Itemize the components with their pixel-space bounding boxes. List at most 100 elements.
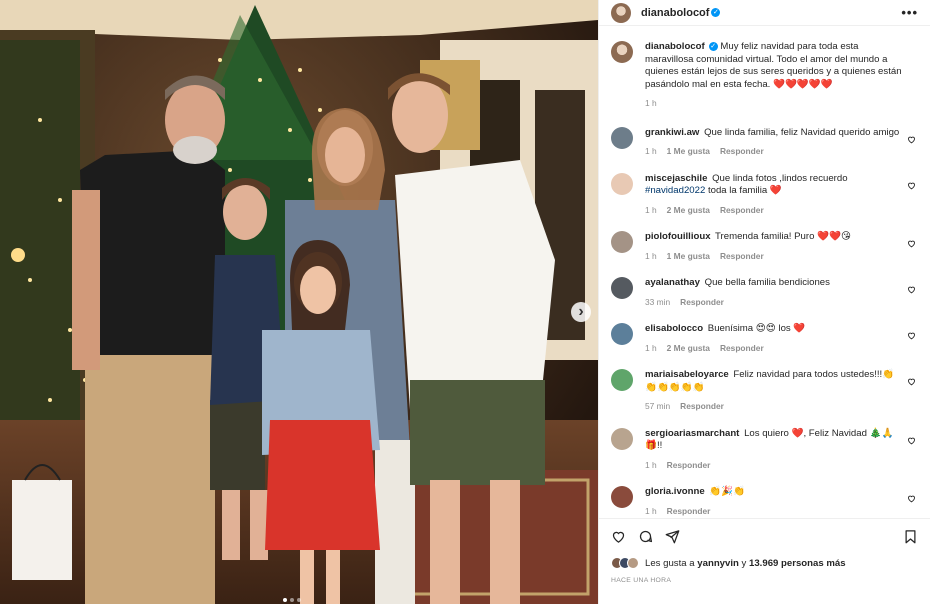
comment-item: gloria.ivonne 👏🎉👏 1 h Responder — [611, 486, 916, 517]
comment-text: Que bella familia bendiciones — [704, 277, 830, 288]
commenter-avatar[interactable] — [611, 369, 633, 391]
commenter-avatar[interactable] — [611, 172, 633, 195]
comment-meta: 1 h Responder — [645, 459, 902, 472]
likes-middle: y — [741, 557, 747, 569]
carousel-dots — [283, 598, 301, 602]
liker-avatars — [611, 557, 639, 569]
comment-meta: 57 min Responder — [645, 400, 902, 413]
comment-time: 1 h — [645, 250, 657, 261]
comment-body: gloria.ivonne 👏🎉👏 1 h Responder — [645, 486, 916, 517]
commenter-username[interactable]: ayalanathay — [645, 277, 700, 288]
commenter-avatar[interactable] — [611, 323, 633, 345]
comment-like-heart-icon[interactable] — [907, 436, 916, 445]
comment-time: 33 min — [645, 296, 671, 307]
comment-item: miscejaschile Que linda fotos ,lindos re… — [611, 172, 916, 217]
comment-meta: 33 min Responder — [645, 296, 902, 309]
comment-hashtag-link[interactable]: #navidad2022 — [645, 185, 705, 196]
share-send-icon[interactable] — [665, 529, 680, 544]
reply-button[interactable]: Responder — [720, 250, 764, 263]
comment-item: ayalanathay Que bella familia bendicione… — [611, 277, 916, 308]
likes-summary[interactable]: Les gusta a yannyvin y 13.969 personas m… — [611, 556, 846, 570]
comment-item: mariaisabeloyarce Feliz navidad para tod… — [611, 369, 916, 413]
comment-body: elisabolocco Buenísima 😍😍 los ❤️ 1 h 2 Me … — [645, 323, 916, 354]
chevron-right-icon: › — [578, 303, 584, 320]
comment-bubble-icon[interactable] — [638, 529, 653, 544]
caption-username[interactable]: dianabolocof — [645, 41, 705, 52]
reply-button[interactable]: Responder — [720, 204, 764, 217]
author-username[interactable]: dianabolocof — [641, 7, 709, 19]
comment-like-heart-icon[interactable] — [907, 181, 916, 190]
commenter-username[interactable]: miscejaschile — [645, 173, 707, 184]
comment-meta: 1 h 1 Me gusta Responder — [645, 250, 902, 263]
reply-button[interactable]: Responder — [680, 400, 724, 413]
reply-button[interactable]: Responder — [667, 505, 711, 518]
commenter-username[interactable]: mariaisabeloyarce — [645, 369, 729, 380]
carousel-dot — [290, 598, 294, 602]
comment-body: mariaisabeloyarce Feliz navidad para tod… — [645, 369, 916, 413]
more-options-icon[interactable]: ••• — [901, 5, 918, 20]
post-actions-bar — [599, 518, 930, 546]
commenter-avatar[interactable] — [611, 427, 633, 450]
post-photo: › — [0, 0, 598, 604]
commenter-avatar[interactable] — [611, 277, 633, 299]
post-caption: dianabolocof ✓ Muy feliz navidad para tod… — [611, 41, 916, 110]
likes-prefix: Les gusta a — [645, 557, 695, 569]
likes-count[interactable]: 13.969 personas más — [749, 558, 846, 569]
carousel-dot — [297, 598, 301, 602]
verified-badge-icon: ✓ — [708, 42, 718, 51]
commenter-username[interactable]: elisabolocco — [645, 323, 703, 334]
comment-like-heart-icon[interactable] — [907, 331, 916, 340]
comment-likes-count[interactable]: 2 Me gusta — [667, 342, 710, 355]
author-avatar[interactable] — [611, 41, 633, 63]
commenter-username[interactable]: piolofouillioux — [645, 231, 711, 242]
commenter-username[interactable]: gloria.ivonne — [645, 486, 705, 497]
comment-like-heart-icon[interactable] — [907, 377, 916, 386]
comments-list[interactable]: dianabolocof ✓ Muy feliz navidad para tod… — [599, 26, 930, 518]
comment-body: grankiwi.aw Que linda familia, feliz Nav… — [645, 127, 916, 158]
comment-body: miscejaschile Que linda fotos ,lindos re… — [645, 173, 916, 217]
comment-time: 57 min — [645, 401, 671, 411]
comment-likes-count[interactable]: 1 Me gusta — [667, 250, 710, 263]
reply-button[interactable]: Responder — [720, 342, 764, 355]
comment-body: sergioariasmarchant Los quiero ❤️, Feliz… — [645, 428, 916, 472]
comment-meta: 1 h 2 Me gusta Responder — [645, 342, 902, 355]
comment-item: piolofouillioux Tremenda familia! Puro ❤… — [611, 231, 916, 262]
comment-time: 1 h — [645, 146, 657, 156]
comment-meta: 1 h Responder — [645, 505, 902, 518]
comment-text: 👏🎉👏 — [709, 486, 746, 497]
comment-time: 1 h — [645, 459, 657, 470]
carousel-next-button[interactable]: › — [571, 302, 591, 322]
like-heart-icon[interactable] — [611, 529, 626, 544]
comment-text: Que linda familia, feliz Navidad querido… — [704, 126, 900, 138]
comment-time: 1 h — [645, 342, 657, 353]
reply-button[interactable]: Responder — [667, 459, 711, 472]
likes-user[interactable]: yannyvin — [697, 558, 739, 569]
comment-like-heart-icon[interactable] — [907, 239, 916, 248]
comment-body: ayalanathay Que bella familia bendicione… — [645, 277, 916, 308]
comment-text: toda la familia ❤️ — [705, 185, 782, 196]
reply-button[interactable]: Responder — [720, 145, 764, 158]
comment-like-heart-icon[interactable] — [907, 494, 916, 503]
post-side-panel: dianabolocof ✓ ••• dianabolocof ✓ Muy fel… — [598, 0, 930, 604]
liker-avatar — [627, 557, 639, 569]
commenter-username[interactable]: sergioariasmarchant — [645, 428, 739, 439]
comment-item: grankiwi.aw Que linda familia, feliz Nav… — [611, 126, 916, 158]
carousel-dot — [283, 598, 287, 602]
commenter-username[interactable]: grankiwi.aw — [645, 127, 699, 138]
save-bookmark-icon[interactable] — [903, 529, 918, 544]
comment-likes-count[interactable]: 2 Me gusta — [667, 204, 710, 217]
comment-item: sergioariasmarchant Los quiero ❤️, Feliz… — [611, 427, 916, 472]
reply-button[interactable]: Responder — [680, 296, 724, 309]
comment-text: Tremenda familia! Puro ❤️❤️😘 — [715, 231, 851, 242]
author-avatar[interactable] — [611, 2, 631, 23]
commenter-avatar[interactable] — [611, 126, 633, 149]
comment-like-heart-icon[interactable] — [907, 285, 916, 294]
verified-badge-icon: ✓ — [711, 8, 721, 17]
post-header: dianabolocof ✓ ••• — [599, 0, 930, 26]
comment-body: piolofouillioux Tremenda familia! Puro ❤… — [645, 231, 916, 262]
commenter-avatar[interactable] — [611, 486, 633, 508]
comment-like-heart-icon[interactable] — [907, 135, 916, 144]
comment-likes-count[interactable]: 1 Me gusta — [667, 145, 710, 158]
commenter-avatar[interactable] — [611, 231, 633, 253]
comment-meta: 1 h 1 Me gusta Responder — [645, 145, 902, 158]
